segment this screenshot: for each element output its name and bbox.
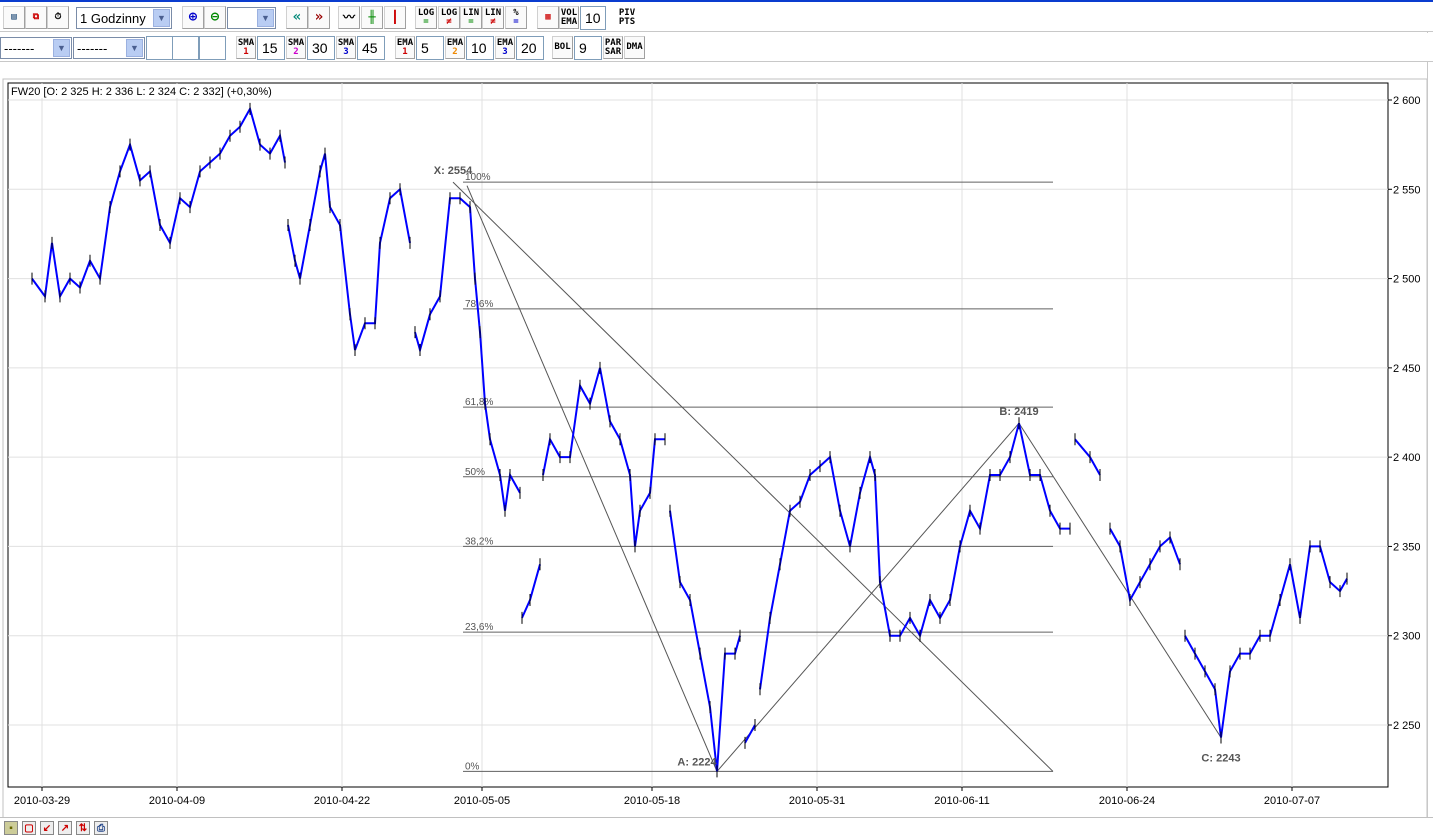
dma-button[interactable]: DMA	[624, 36, 645, 59]
ema2-input[interactable]: 10	[466, 36, 494, 60]
chevron-down-icon: ▼	[257, 9, 274, 27]
fib-level-label: 38,2%	[465, 536, 493, 547]
bottom-toolbar: ▪ ▢ ↙ ↗ ⇅ ⎙	[0, 817, 1433, 839]
select-value: -------	[4, 40, 35, 56]
sma-index: 3	[343, 46, 349, 57]
zoom-out-icon[interactable]: ⊖	[204, 6, 226, 29]
pattern-point-label: C: 2243	[1201, 753, 1240, 765]
ema1-button[interactable]: EMA 1	[395, 36, 415, 59]
window-title-strip	[0, 0, 1433, 2]
window-edge	[1427, 3, 1428, 817]
fit-screen-icon[interactable]: ▢	[22, 821, 36, 835]
x-tick-label: 2010-07-07	[1264, 795, 1320, 807]
indicator-toolbar: ------- ▼ ------- ▼ SMA 1 15 SMA 2 30 SMA 3 4…	[0, 33, 1433, 62]
volume-chart-icon[interactable]: ▦	[537, 6, 559, 29]
fib-level-label: 50%	[465, 467, 485, 478]
y-tick-label: 2 300	[1393, 631, 1421, 643]
y-tick-label: 2 500	[1393, 274, 1421, 286]
pattern-point-label: X: 2554	[434, 165, 473, 177]
ema3-input[interactable]: 20	[516, 36, 544, 60]
lin-notequal-button[interactable]: LIN ≠	[482, 6, 504, 29]
param-input-2[interactable]	[172, 36, 199, 60]
y-tick-label: 2 450	[1393, 363, 1421, 375]
ema-index: 1	[402, 46, 408, 57]
pattern-point-label: A: 2224	[677, 756, 717, 768]
y-tick-label: 2 550	[1393, 184, 1421, 196]
lin-equal-button[interactable]: LIN =	[460, 6, 482, 29]
x-tick-label: 2010-05-31	[789, 795, 845, 807]
ema3-button[interactable]: EMA 3	[495, 36, 515, 59]
x-tick-label: 2010-04-22	[314, 795, 370, 807]
log-equal-button[interactable]: LOG =	[415, 6, 437, 29]
param-input-3[interactable]	[199, 36, 226, 60]
vol-ema-button[interactable]: VOL EMA	[559, 6, 579, 29]
fib-level-label: 0%	[465, 761, 480, 772]
y-tick-label: 2 400	[1393, 452, 1421, 464]
save-icon[interactable]: ▪	[4, 821, 18, 835]
chevron-down-icon: ▼	[153, 9, 170, 27]
x-tick-label: 2010-03-29	[14, 795, 70, 807]
sar-label: SAR	[604, 46, 622, 57]
fib-level-label: 61,8%	[465, 397, 493, 408]
candlestick-icon[interactable]: ┃	[384, 6, 406, 29]
fib-level-label: 23,6%	[465, 622, 493, 633]
print-icon[interactable]: ⎙	[94, 821, 108, 835]
sma1-button[interactable]: SMA 1	[236, 36, 256, 59]
interval-select-value: 1 Godzinny	[80, 10, 146, 26]
scroll-left-icon[interactable]: «	[286, 6, 308, 29]
sma2-button[interactable]: SMA 2	[286, 36, 306, 59]
pts-label: PTS	[618, 16, 636, 27]
ema-index: 2	[452, 46, 458, 57]
main-toolbar: ▤ ⧉ ⏱ 1 Godzinny ▼ ⊕ ⊖ ▼ « » 〰 ╫ ┃ LOG = L…	[0, 3, 1433, 32]
chart-icon[interactable]: ▤	[3, 6, 25, 29]
sma-index: 1	[243, 46, 249, 57]
sma3-button[interactable]: SMA 3	[336, 36, 356, 59]
line-chart-icon[interactable]: 〰	[338, 6, 360, 29]
interval-select[interactable]: 1 Godzinny ▼	[76, 7, 172, 29]
zoom-in-icon[interactable]: ⊕	[182, 6, 204, 29]
chart-title: FW20 [O: 2 325 H: 2 336 L: 2 324 C: 2 33…	[11, 86, 272, 98]
sma3-input[interactable]: 45	[357, 36, 385, 60]
bollinger-input[interactable]: 9	[574, 36, 602, 60]
bar-chart-icon[interactable]: ╫	[361, 6, 383, 29]
vol-ema-input[interactable]: 10	[580, 6, 606, 30]
percent-button[interactable]: % =	[505, 6, 527, 29]
x-tick-label: 2010-06-24	[1099, 795, 1155, 807]
zoom-select[interactable]: ▼	[227, 7, 276, 29]
bollinger-button[interactable]: BOL	[552, 36, 573, 59]
pivot-points-button[interactable]: PIV PTS	[615, 6, 639, 29]
y-tick-label: 2 350	[1393, 541, 1421, 553]
param-input-1[interactable]	[146, 36, 173, 60]
stopwatch-icon[interactable]: ⏱	[47, 6, 69, 29]
x-tick-label: 2010-05-18	[624, 795, 680, 807]
sma1-input[interactable]: 15	[257, 36, 285, 60]
select-value: -------	[77, 40, 108, 56]
x-tick-label: 2010-05-05	[454, 795, 510, 807]
window-icon[interactable]: ⧉	[25, 6, 47, 29]
ema2-button[interactable]: EMA 2	[445, 36, 465, 59]
sma2-input[interactable]: 30	[307, 36, 335, 60]
y-tick-label: 2 250	[1393, 720, 1421, 732]
sma-index: 2	[293, 46, 299, 57]
price-chart[interactable]: 2 250 2 300 2 350 2 400 2 450 2 500 2 550 2 600…	[0, 62, 1427, 817]
expand-icon[interactable]: ⇅	[76, 821, 90, 835]
export-down-icon[interactable]: ↙	[40, 821, 54, 835]
parabolic-sar-button[interactable]: PAR SAR	[603, 36, 623, 59]
fib-level-label: 78,6%	[465, 299, 493, 310]
export-up-icon[interactable]: ↗	[58, 821, 72, 835]
y-tick-label: 2 600	[1393, 95, 1421, 107]
x-tick-label: 2010-04-09	[149, 795, 205, 807]
ema1-input[interactable]: 5	[416, 36, 444, 60]
ema-label: EMA	[560, 16, 578, 27]
indicator-select-2[interactable]: ------- ▼	[73, 37, 145, 59]
pattern-point-label: B: 2419	[999, 406, 1038, 418]
log-notequal-button[interactable]: LOG ≠	[438, 6, 460, 29]
scroll-right-icon[interactable]: »	[308, 6, 330, 29]
plot-area	[7, 82, 1389, 788]
x-tick-label: 2010-06-11	[934, 795, 989, 807]
ema-index: 3	[502, 46, 508, 57]
indicator-select-1[interactable]: ------- ▼	[0, 37, 72, 59]
chevron-down-icon: ▼	[126, 39, 143, 57]
chevron-down-icon: ▼	[53, 39, 70, 57]
